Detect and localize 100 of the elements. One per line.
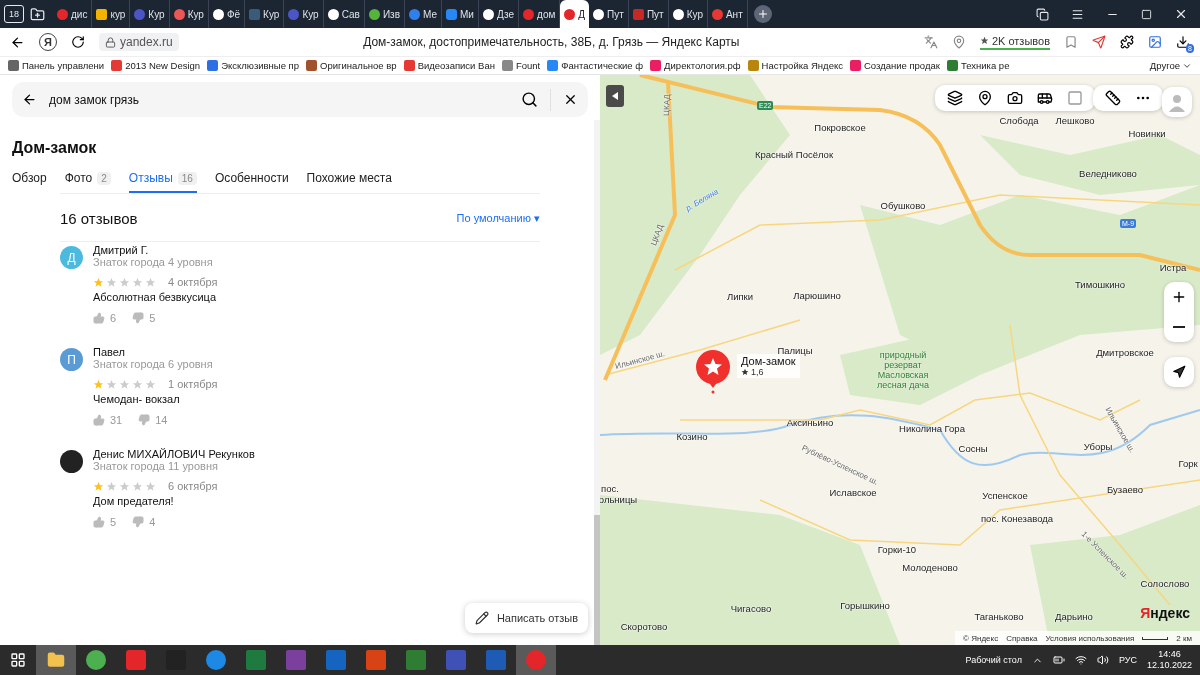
browser-tab[interactable]: Изв [364, 0, 405, 28]
map-label: Молоденово [902, 561, 958, 573]
layers-icon[interactable] [947, 90, 963, 106]
browser-tab[interactable]: Кур [169, 0, 209, 28]
reviews-badge[interactable]: 2K отзывов [979, 34, 1050, 50]
browser-tab[interactable]: Ми [442, 0, 479, 28]
map-footer-link[interactable]: Справка [1006, 633, 1038, 643]
favicon-icon [8, 60, 19, 71]
start-icon[interactable] [10, 652, 26, 668]
browser-tab[interactable]: Ме [404, 0, 442, 28]
review-author[interactable]: Дмитрий Г. [93, 244, 218, 256]
image-icon[interactable] [1148, 35, 1162, 49]
browser-tab[interactable]: кур [92, 0, 131, 28]
location-icon[interactable] [951, 35, 966, 49]
url-field[interactable]: yandex.ru [99, 33, 179, 51]
search-icon[interactable] [521, 91, 538, 108]
browser-tab[interactable]: Пут [589, 0, 629, 28]
scrollbar-thumb[interactable] [594, 515, 600, 645]
clock[interactable]: 14:46 12.10.2022 [1146, 649, 1192, 671]
bookmark-link[interactable]: Оригинальное вр [306, 60, 397, 71]
write-review-button[interactable]: Написать отзыв [464, 603, 588, 633]
new-tab-group-icon[interactable] [30, 6, 45, 22]
star-icon [132, 378, 143, 390]
locate-button[interactable] [1164, 357, 1194, 387]
camera-icon[interactable] [1007, 90, 1023, 106]
browser-tab[interactable]: Кур [130, 0, 170, 28]
share-icon[interactable] [1092, 35, 1106, 49]
bookmark-link[interactable]: Эксклюзивные пр [207, 60, 300, 71]
bookmark-link[interactable]: Панель управлени [8, 60, 105, 71]
network-icon[interactable] [1074, 654, 1087, 666]
place-tab[interactable]: Отзывы 16 [128, 171, 197, 193]
bookmark-link[interactable]: Фантастические ф [547, 60, 644, 71]
back-icon[interactable] [10, 34, 25, 50]
sort-dropdown[interactable]: По умолчанию ▾ [456, 212, 540, 225]
download-icon[interactable] [1176, 35, 1190, 49]
search-field[interactable]: дом замок грязь [12, 82, 588, 117]
language-indicator[interactable]: РУС [1118, 655, 1137, 665]
bookmark-link[interactable]: Видеозаписи Ван [403, 60, 495, 71]
reviews-heading: 16 отзывов [60, 210, 138, 227]
extensions-icon[interactable] [1120, 35, 1134, 49]
browser-tab[interactable]: Дзе [478, 0, 520, 28]
star-icon [106, 378, 117, 390]
close-icon[interactable] [1174, 7, 1188, 21]
bookmark-link[interactable]: Техника ре [946, 60, 1010, 71]
favicon-icon [547, 60, 559, 71]
other-bookmarks[interactable]: Другое [1149, 60, 1192, 71]
map-marker-icon[interactable] [695, 350, 731, 394]
restore-icon[interactable] [1141, 8, 1152, 20]
review-author[interactable]: Денис МИХАЙЛОВИЧ Рекунков [93, 448, 255, 460]
favicon-icon [523, 8, 535, 20]
bus-icon[interactable] [1037, 90, 1053, 106]
map-label: Уборы [1083, 440, 1113, 452]
bookmark-icon[interactable] [1064, 35, 1078, 49]
place-tab[interactable]: Обзор [12, 171, 47, 193]
map-label: Скоротово [620, 620, 668, 632]
close-icon[interactable] [563, 92, 578, 107]
place-tab[interactable]: Похожие места [306, 171, 392, 193]
place-tab[interactable]: Фото 2 [64, 171, 111, 193]
browser-tab[interactable]: дис [53, 0, 93, 28]
menu-icon[interactable] [1071, 7, 1084, 21]
favicon-icon [134, 8, 146, 20]
bookmark-link[interactable]: 2013 New Design [111, 60, 201, 71]
map-footer-link[interactable]: © Яндекс [963, 633, 999, 643]
browser-tab[interactable]: Кур [245, 0, 285, 28]
browser-tab[interactable]: Фё [208, 0, 246, 28]
star-icon [145, 276, 156, 288]
review-date: 4 октября [168, 276, 218, 288]
browser-tab[interactable]: Кур [284, 0, 324, 28]
battery-icon[interactable] [1052, 654, 1065, 666]
map-label: Горки-10 [877, 543, 917, 555]
back-icon[interactable] [22, 92, 37, 107]
browser-tab[interactable]: Сав [323, 0, 365, 28]
map-label: Лешково [1055, 114, 1095, 126]
tabs-icon[interactable] [1036, 7, 1049, 21]
favicon-icon [368, 8, 380, 20]
map-label: Таганьково [974, 610, 1024, 622]
reload-icon[interactable] [71, 35, 85, 49]
star-icon [132, 276, 143, 288]
bookmark-link[interactable]: Создание продак [849, 60, 940, 71]
bookmark-link[interactable]: Настройка Яндекс [747, 60, 843, 71]
map-footer-link[interactable]: Условия использования [1045, 633, 1135, 643]
marker-rating: 1,6 [751, 367, 764, 377]
desktop-toolbar[interactable]: Рабочий стол [965, 655, 1022, 665]
browser-tab[interactable]: Д [560, 0, 590, 28]
volume-icon[interactable] [1096, 654, 1109, 666]
tab-counter[interactable]: 18 [4, 5, 24, 23]
collapse-panel-button[interactable] [606, 85, 624, 107]
bookmark-link[interactable]: Директология.рф [650, 60, 741, 71]
taskbar-app[interactable] [36, 645, 76, 675]
bookmark-link[interactable]: Fount [501, 60, 541, 71]
browser-tab[interactable]: Пут [628, 0, 669, 28]
place-tab[interactable]: Особенности [214, 171, 289, 193]
browser-tab[interactable]: Ант [707, 0, 748, 28]
map-label: природный резерват Масловская лесная дача [876, 350, 930, 390]
ruler-icon[interactable] [1105, 90, 1121, 106]
favicon-icon [711, 8, 723, 20]
new-tab-button[interactable] [753, 5, 772, 23]
browser-tab[interactable]: Кур [668, 0, 708, 28]
review-author[interactable]: Павел [93, 346, 218, 358]
translate-icon[interactable] [923, 35, 938, 49]
